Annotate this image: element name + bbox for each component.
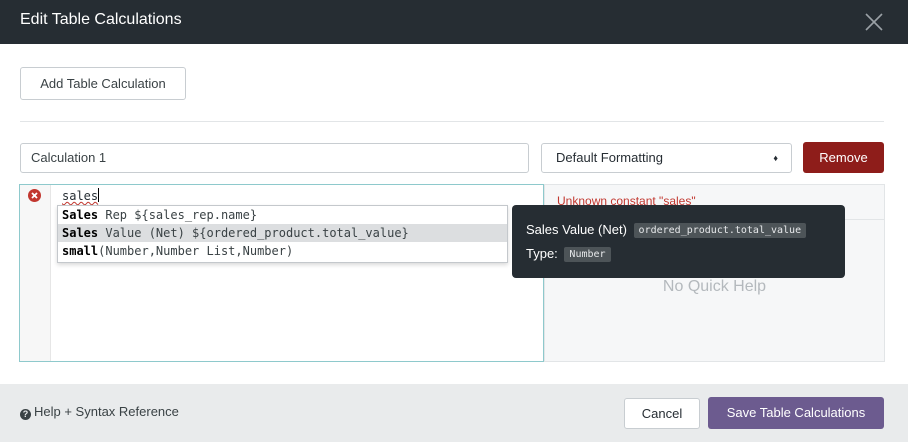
formatting-select[interactable]: Default Formatting ♦: [541, 143, 792, 173]
calculation-name-input[interactable]: Calculation 1: [20, 143, 529, 173]
divider: [20, 121, 884, 122]
tooltip-title-row: Sales Value (Net) ordered_product.total_…: [526, 222, 807, 238]
field-tooltip: Sales Value (Net) ordered_product.total_…: [512, 205, 845, 278]
text-cursor: [98, 188, 100, 202]
remove-button[interactable]: Remove: [803, 142, 884, 173]
error-icon: [28, 189, 41, 202]
tooltip-type-row: Type: Number: [526, 246, 611, 262]
tooltip-type-pill: Number: [564, 247, 611, 262]
tooltip-field-pill: ordered_product.total_value: [633, 223, 807, 238]
code-text: sales: [62, 189, 99, 203]
help-link-label: Help + Syntax Reference: [34, 404, 179, 419]
no-quick-help-text: No Quick Help: [662, 278, 767, 295]
autocomplete-item[interactable]: small(Number,Number List,Number): [58, 242, 507, 260]
editor-gutter: [20, 185, 51, 361]
tooltip-type-label: Type:: [526, 246, 558, 261]
tooltip-label: Sales Value (Net): [526, 222, 627, 237]
code-line[interactable]: sales: [62, 188, 100, 203]
select-arrows-icon: ♦: [773, 153, 778, 163]
dialog-title: Edit Table Calculations: [20, 11, 182, 28]
autocomplete-item[interactable]: Sales Rep ${sales_rep.name}: [58, 206, 507, 224]
dialog-footer: ? Help + Syntax Reference Cancel Save Tab…: [0, 384, 908, 442]
autocomplete-list: Sales Rep ${sales_rep.name} Sales Value …: [57, 205, 508, 263]
save-table-calculations-button[interactable]: Save Table Calculations: [708, 397, 884, 429]
formatting-select-value: Default Formatting: [556, 150, 663, 165]
autocomplete-item-selected[interactable]: Sales Value (Net) ${ordered_product.tota…: [58, 224, 507, 242]
edit-table-calculations-dialog: Edit Table Calculations Add Table Calcul…: [0, 0, 908, 442]
close-icon[interactable]: [862, 10, 886, 34]
help-syntax-link[interactable]: ? Help + Syntax Reference: [20, 404, 179, 420]
add-table-calculation-button[interactable]: Add Table Calculation: [20, 67, 186, 100]
question-circle-icon: ?: [20, 409, 31, 420]
dialog-header: Edit Table Calculations: [0, 0, 908, 44]
cancel-button[interactable]: Cancel: [624, 398, 700, 429]
